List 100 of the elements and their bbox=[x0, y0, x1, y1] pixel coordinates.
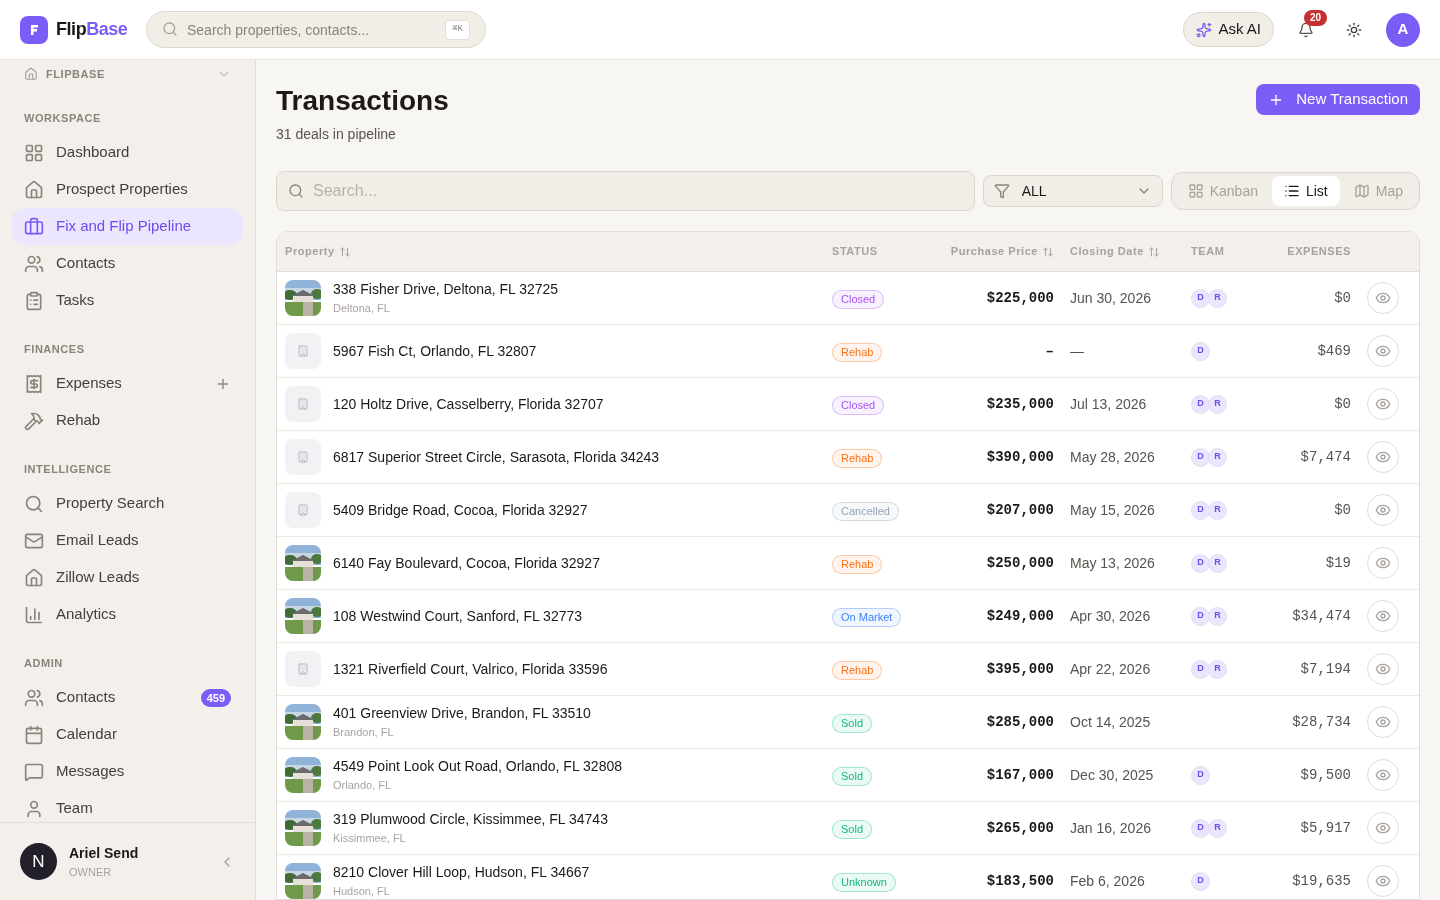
price-cell-text: $395,000 bbox=[985, 659, 1054, 679]
team-avatar: D bbox=[1191, 394, 1210, 414]
eye-icon bbox=[1375, 873, 1391, 889]
team-avatar: R bbox=[1208, 818, 1227, 838]
sidebar-item[interactable]: Expenses bbox=[12, 365, 243, 402]
property-address: 401 Greenview Drive, Brandon, FL 33510 bbox=[333, 704, 591, 724]
sidebar-item[interactable]: Contacts bbox=[12, 245, 243, 282]
eye-icon bbox=[1375, 343, 1391, 359]
property-address: 319 Plumwood Circle, Kissimmee, FL 34743 bbox=[333, 810, 608, 830]
status-badge: Unknown bbox=[832, 873, 896, 892]
status-badge: Rehab bbox=[832, 555, 883, 574]
brand-name: FlipBase bbox=[56, 18, 128, 41]
notification-badge: 20 bbox=[1304, 9, 1328, 26]
date-cell-text: May 13, 2026 bbox=[1069, 553, 1156, 573]
sidebar-item[interactable]: Property Search bbox=[12, 485, 243, 522]
eye-icon bbox=[1375, 608, 1391, 624]
team-avatar: D bbox=[1191, 659, 1210, 679]
building-icon bbox=[297, 345, 309, 357]
building-icon bbox=[297, 663, 309, 675]
eye-icon bbox=[1375, 290, 1391, 306]
column-header: STATUS bbox=[832, 244, 879, 260]
date-cell-text: Jan 16, 2026 bbox=[1069, 818, 1152, 838]
table-row[interactable]: 338 Fisher Drive, Deltona, FL 32725 Deltona, FL Closed $225,000 Jun 30, 2026 D R $0 bbox=[277, 272, 1419, 325]
expenses-cell-text: $28,734 bbox=[1291, 712, 1351, 732]
table-row[interactable]: 6140 Fay Boulevard, Cocoa, Florida 32927 Rehab $250,000 May 13, 2026 D R $19 bbox=[277, 537, 1419, 590]
status-badge: Closed bbox=[832, 396, 885, 415]
user-role: OWNER bbox=[69, 864, 113, 880]
table-row[interactable]: 120 Holtz Drive, Casselberry, Florida 32707 Closed $235,000 Jul 13, 2026 D R $0 bbox=[277, 378, 1419, 431]
team-avatar: D bbox=[1191, 341, 1210, 361]
ask-ai-button[interactable]: Ask AI bbox=[1183, 12, 1274, 47]
user-avatar[interactable]: A bbox=[1386, 12, 1420, 47]
price-cell-text: – bbox=[1044, 341, 1054, 361]
map-icon bbox=[1353, 183, 1370, 199]
property-address: 8210 Clover Hill Loop, Hudson, FL 34667 bbox=[333, 863, 590, 883]
logo-icon bbox=[20, 15, 48, 44]
sidebar-item[interactable]: Messages bbox=[12, 753, 243, 790]
house-icon bbox=[24, 67, 38, 81]
table-row[interactable]: 401 Greenview Drive, Brandon, FL 33510 Brandon, FL Sold $285,000 Oct 14, 2025 $28,734 bbox=[277, 696, 1419, 749]
eye-icon bbox=[1375, 555, 1391, 571]
bell-icon[interactable] bbox=[1298, 21, 1314, 38]
column-header: EXPENSES bbox=[1286, 244, 1351, 260]
sidebar-item[interactable]: Rehab bbox=[12, 402, 243, 439]
sidebar-item[interactable]: Calendar bbox=[12, 716, 243, 753]
table-row[interactable]: 4549 Point Look Out Road, Orlando, FL 32808 Orlando, FL Sold $167,000 Dec 30, 2025 D $9,500 bbox=[277, 749, 1419, 802]
grid-icon bbox=[1187, 183, 1204, 199]
team-avatar: D bbox=[1191, 500, 1210, 520]
sidebar-item[interactable]: Tasks bbox=[12, 282, 243, 319]
table-row[interactable]: 6817 Superior Street Circle, Sarasota, Florida 34243 Rehab $390,000 May 28, 2026 D R $7,474 bbox=[277, 431, 1419, 484]
building-icon bbox=[297, 398, 309, 410]
hammer-icon bbox=[24, 410, 44, 431]
table-row[interactable]: 319 Plumwood Circle, Kissimmee, FL 34743 Kissimmee, FL Sold $265,000 Jan 16, 2026 D R $5,917 bbox=[277, 802, 1419, 855]
eye-icon bbox=[1375, 661, 1391, 677]
property-address: 120 Holtz Drive, Casselberry, Florida 32707 bbox=[333, 394, 604, 414]
shortcut-key: ⌘K bbox=[445, 20, 470, 40]
date-cell-text: — bbox=[1069, 341, 1085, 361]
status-filter-dropdown[interactable]: ALL bbox=[982, 175, 1163, 207]
date-cell-text: Jun 30, 2026 bbox=[1069, 288, 1152, 308]
page-subtitle: 31 deals in pipeline bbox=[276, 125, 397, 144]
team-avatar: R bbox=[1208, 500, 1227, 520]
building-icon bbox=[297, 451, 309, 463]
team-avatar: D bbox=[1191, 871, 1210, 891]
date-cell-text: Feb 6, 2026 bbox=[1069, 871, 1146, 891]
sidebar-item[interactable]: Analytics bbox=[12, 596, 243, 633]
sidebar-item[interactable]: Email Leads bbox=[12, 522, 243, 559]
view-tab[interactable]: List bbox=[1271, 176, 1340, 206]
expenses-cell-text: $19,635 bbox=[1291, 871, 1351, 891]
sidebar-item[interactable]: Team bbox=[12, 790, 243, 822]
property-address: 338 Fisher Drive, Deltona, FL 32725 bbox=[333, 280, 559, 300]
sidebar-item[interactable]: Zillow Leads bbox=[12, 559, 243, 596]
team-avatar: R bbox=[1208, 288, 1227, 308]
table-row[interactable]: 8210 Clover Hill Loop, Hudson, FL 34667 Hudson, FL Unknown $183,500 Feb 6, 2026 D $19,635 bbox=[277, 855, 1419, 899]
chat-icon bbox=[24, 761, 44, 782]
sidebar-item[interactable]: Fix and Flip Pipeline bbox=[12, 208, 243, 245]
date-cell-text: Dec 30, 2025 bbox=[1069, 765, 1155, 785]
price-cell-text: $285,000 bbox=[985, 712, 1054, 732]
sidebar-item[interactable]: Dashboard bbox=[12, 134, 243, 171]
search-icon bbox=[24, 493, 44, 514]
user-avatar[interactable]: N bbox=[20, 843, 57, 880]
sidebar-item[interactable]: Prospect Properties bbox=[12, 171, 243, 208]
property-city: Brandon, FL bbox=[333, 725, 395, 741]
new-transaction-button[interactable]: New Transaction bbox=[1256, 84, 1420, 115]
search-icon bbox=[288, 183, 304, 199]
date-cell-text: Apr 22, 2026 bbox=[1069, 659, 1152, 679]
expenses-cell-text: $5,917 bbox=[1299, 818, 1351, 838]
status-badge: Sold bbox=[832, 714, 873, 733]
search-field[interactable]: Search... bbox=[276, 171, 975, 211]
expenses-cell-text: $19 bbox=[1324, 553, 1351, 573]
table-row[interactable]: 5967 Fish Ct, Orlando, FL 32807 Rehab – — D $469 bbox=[277, 325, 1419, 378]
date-cell-text: Oct 14, 2025 bbox=[1069, 712, 1152, 732]
team-avatar: R bbox=[1208, 606, 1227, 626]
table-row[interactable]: 1321 Riverfield Court, Valrico, Florida 33596 Rehab $395,000 Apr 22, 2026 D R $7,194 bbox=[277, 643, 1419, 696]
count-badge: 459 bbox=[200, 688, 231, 707]
sidebar-item[interactable]: Contacts 459 bbox=[12, 679, 243, 716]
date-cell-text: Jul 13, 2026 bbox=[1069, 394, 1148, 414]
table-row[interactable]: 108 Westwind Court, Sanford, FL 32773 On Market $249,000 Apr 30, 2026 D R $34,474 bbox=[277, 590, 1419, 643]
property-address: 4549 Point Look Out Road, Orlando, FL 32808 bbox=[333, 757, 622, 777]
theme-toggle-icon[interactable] bbox=[1346, 21, 1362, 38]
table-row[interactable]: 5409 Bridge Road, Cocoa, Florida 32927 Cancelled $207,000 May 15, 2026 D R $0 bbox=[277, 484, 1419, 537]
price-cell-text: $225,000 bbox=[985, 288, 1054, 308]
sparkle-icon bbox=[1196, 21, 1213, 38]
